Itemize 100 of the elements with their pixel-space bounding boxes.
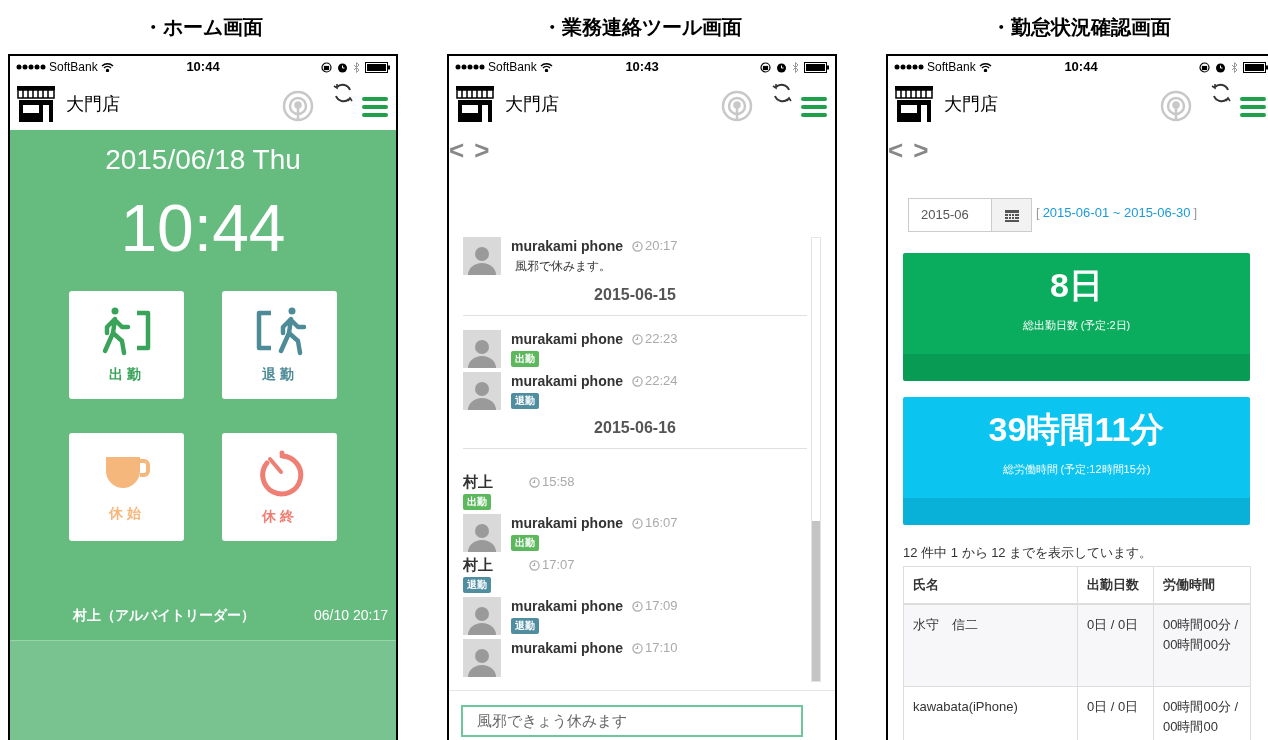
status-time: 10:44 <box>186 58 220 77</box>
table-cell: 水守 信二 <box>903 604 1078 686</box>
menu-icon[interactable] <box>1240 96 1266 118</box>
author-name: murakami phone <box>511 371 624 391</box>
table-cell: 0日 / 0日 <box>1077 604 1154 686</box>
clock-out-button[interactable]: 退勤 <box>222 291 337 399</box>
punch-time: 06/10 20:17 <box>314 606 388 625</box>
stat-value: 8日 <box>1050 265 1103 306</box>
table-cell: kawabata(iPhone) <box>903 686 1078 740</box>
sync-icon[interactable] <box>1210 82 1232 104</box>
sync-icon[interactable] <box>332 82 354 104</box>
post-time: 20:17 <box>645 237 678 256</box>
author-name: murakami phone <box>511 329 624 349</box>
calendar-button[interactable] <box>992 198 1032 232</box>
author-name: murakami phone <box>511 513 624 533</box>
post-time: 17:09 <box>645 597 678 616</box>
bluetooth-icon <box>792 61 799 73</box>
month-field[interactable]: 2015-06 <box>908 198 992 232</box>
date-range-link[interactable]: 2015-06-01 ~ 2015-06-30 <box>1042 203 1191 223</box>
store-icon <box>894 84 934 124</box>
clock-icon <box>632 240 644 252</box>
rotation-lock-icon <box>760 61 771 73</box>
signal-icon <box>16 64 46 70</box>
clock-icon <box>529 476 540 488</box>
post-time: 17:10 <box>645 639 678 658</box>
post-time: 17:07 <box>542 556 575 575</box>
section-heading: ・勤怠状況確認画面 <box>991 15 1171 40</box>
previous-button[interactable]: < <box>888 137 904 163</box>
status-time: 10:44 <box>1064 58 1098 77</box>
author-name: murakami phone <box>511 596 624 616</box>
bracket-text: [ <box>1036 204 1040 222</box>
post-time: 15:58 <box>542 473 575 492</box>
status-badge: 退勤 <box>511 618 539 634</box>
clock-text: 10:44 <box>120 193 286 263</box>
post-time: 16:07 <box>645 514 678 533</box>
previous-button[interactable]: < <box>449 137 465 163</box>
alarm-icon <box>337 61 348 73</box>
author-name: murakami phone <box>511 638 624 658</box>
status-badge: 出勤 <box>511 535 539 551</box>
date-divider: 2015-06-15 <box>594 285 676 305</box>
author-name: murakami phone <box>511 237 624 256</box>
bluetooth-icon <box>1231 61 1238 73</box>
store-name: 大門店 <box>505 92 559 116</box>
walking-person-icon <box>100 305 153 356</box>
status-badge: 出勤 <box>463 494 491 510</box>
store-name: 大門店 <box>66 92 120 116</box>
clock-icon <box>632 600 644 612</box>
bluetooth-icon <box>353 61 360 73</box>
clock-icon <box>529 559 540 571</box>
employee-name: 村上（アルバイトリーダー） <box>73 606 255 625</box>
wifi-icon <box>539 62 553 72</box>
battery-icon <box>804 61 829 73</box>
store-icon <box>455 84 495 124</box>
section-heading: ・業務連絡ツール画面 <box>542 15 742 40</box>
wifi-icon <box>100 62 114 72</box>
clock-icon <box>632 375 644 387</box>
wifi-icon <box>978 62 992 72</box>
stat-label: 総労働時間 (予定:12時間15分) <box>1002 462 1151 477</box>
author-name: 村上 <box>463 471 494 492</box>
author-name: 村上 <box>463 554 494 575</box>
rotation-lock-icon <box>321 61 332 73</box>
menu-icon[interactable] <box>362 96 388 118</box>
stat-label: 総出勤日数 (予定:2日) <box>1022 318 1131 333</box>
carrier-name: SoftBank <box>49 59 98 76</box>
message-text: 風邪で休みます。 <box>515 258 612 275</box>
stat-value: 39時間11分 <box>988 409 1165 450</box>
store-name: 大門店 <box>944 92 998 116</box>
scrollbar[interactable] <box>811 237 821 682</box>
table-cell: 00時間00分 / 00時間00分 <box>1153 604 1251 686</box>
alarm-icon <box>1215 61 1226 73</box>
signal-icon <box>894 64 924 70</box>
sync-icon[interactable] <box>771 82 793 104</box>
alarm-icon <box>776 61 787 73</box>
signal-icon <box>455 64 485 70</box>
next-button[interactable]: > <box>913 137 929 163</box>
post-time: 22:23 <box>645 330 678 349</box>
bracket-text: ] <box>1193 204 1198 222</box>
calendar-icon <box>1004 208 1019 222</box>
status-badge: 出勤 <box>511 351 539 367</box>
status-time: 10:43 <box>625 58 659 77</box>
battery-icon <box>365 61 390 73</box>
store-icon <box>16 84 56 124</box>
clock-in-button[interactable]: 出勤 <box>69 291 184 399</box>
carrier-name: SoftBank <box>927 59 976 76</box>
post-time: 22:24 <box>645 372 678 391</box>
date-text: 2015/06/18 Thu <box>105 143 301 177</box>
menu-icon[interactable] <box>801 96 827 118</box>
rotation-lock-icon <box>1199 61 1210 73</box>
date-divider: 2015-06-16 <box>594 418 676 438</box>
carrier-name: SoftBank <box>488 59 537 76</box>
clock-icon <box>632 517 644 529</box>
break-end-button[interactable]: 休終 <box>222 433 337 541</box>
section-heading: ・ホーム画面 <box>143 15 263 40</box>
status-badge: 退勤 <box>511 393 539 409</box>
result-summary: 12 件中 1 から 12 までを表示しています。 <box>903 544 1154 562</box>
clock-icon <box>632 642 644 654</box>
next-button[interactable]: > <box>474 137 490 163</box>
status-badge: 退勤 <box>463 577 491 593</box>
message-input[interactable]: 風邪できょう休みます <box>461 705 803 737</box>
clock-icon <box>632 333 644 345</box>
